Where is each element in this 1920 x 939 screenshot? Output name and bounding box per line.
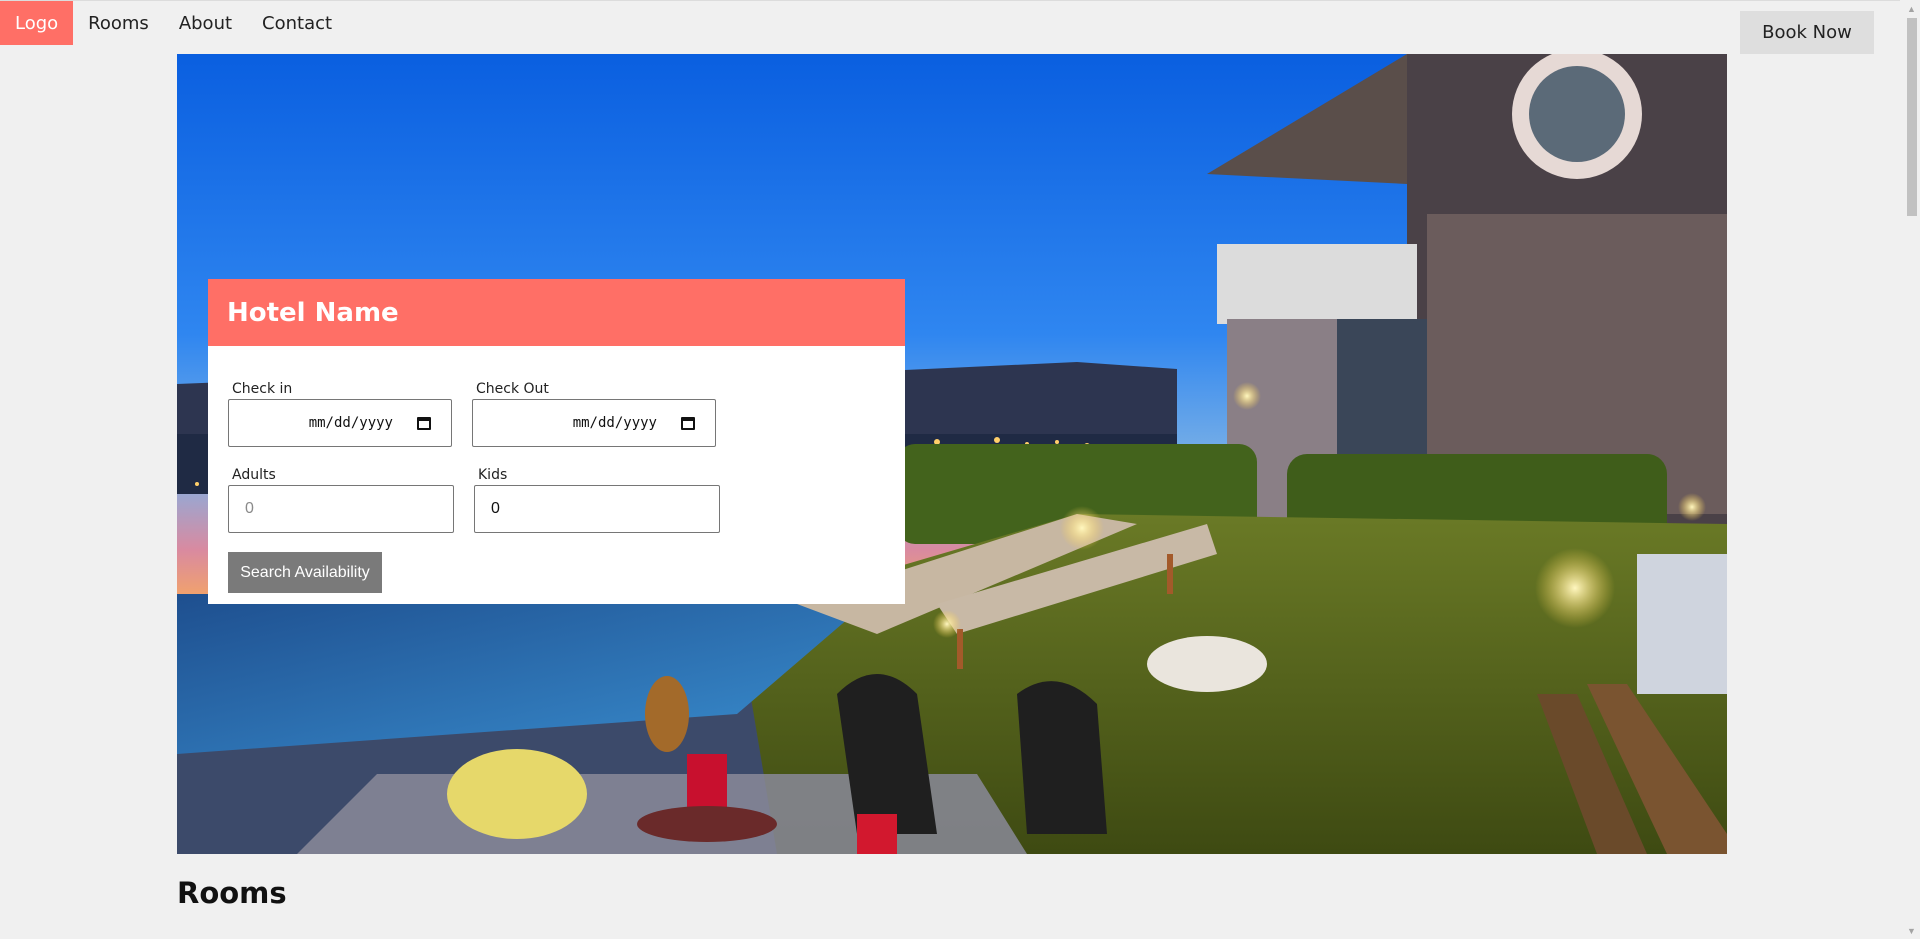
adults-placeholder: 0 [245,500,254,517]
calendar-icon[interactable] [417,416,431,430]
scroll-down-arrow-icon[interactable]: ▼ [1903,922,1920,939]
check-in-label: Check in [232,381,293,397]
adults-input[interactable]: 0 [228,485,454,533]
adults-label: Adults [232,467,276,483]
check-in-date-input[interactable]: mm/dd/yyyy [228,399,452,447]
check-in-date-value: mm/dd/yyyy [308,415,393,431]
hotel-name-title: Hotel Name [208,279,905,346]
logo-link[interactable]: Logo [0,1,74,45]
nav-link-contact[interactable]: Contact [247,1,347,45]
scroll-thumb[interactable] [1907,18,1917,216]
kids-label: Kids [478,467,508,483]
booking-form-card: Hotel Name Check in mm/dd/yyyy Check Out… [208,279,905,604]
check-out-label: Check Out [476,381,549,397]
kids-input[interactable]: 0 [474,485,720,533]
main-nav: Logo Rooms About Contact [0,1,347,45]
nav-link-about[interactable]: About [164,1,247,45]
calendar-icon[interactable] [681,416,695,430]
check-out-date-value: mm/dd/yyyy [572,415,657,431]
nav-link-rooms[interactable]: Rooms [73,1,164,45]
search-availability-button[interactable]: Search Availability [228,552,382,593]
book-now-button[interactable]: Book Now [1740,11,1874,54]
top-navigation-bar: Logo Rooms About Contact Book Now [0,0,1900,54]
page-scrollbar[interactable]: ▲ ▼ [1903,0,1920,939]
rooms-section-heading: Rooms [177,876,287,910]
check-out-date-input[interactable]: mm/dd/yyyy [472,399,716,447]
scroll-up-arrow-icon[interactable]: ▲ [1903,0,1920,17]
kids-value: 0 [491,500,500,517]
